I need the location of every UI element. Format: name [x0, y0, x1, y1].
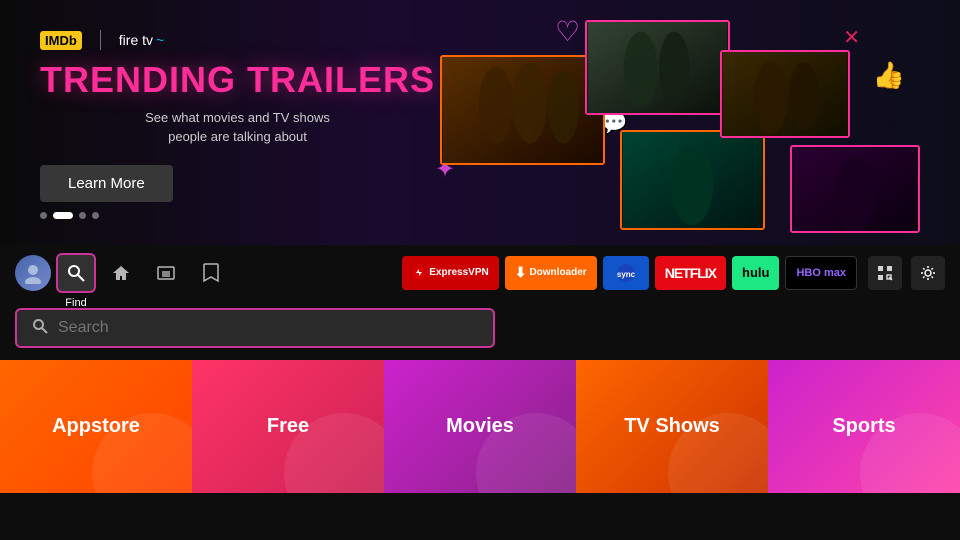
app-3[interactable]: sync [603, 256, 649, 290]
dot-3[interactable] [79, 212, 86, 219]
search-container [0, 300, 960, 360]
home-nav-item[interactable] [101, 253, 141, 293]
hero-subtitle: See what movies and TV shows people are … [40, 108, 435, 147]
live-nav-item[interactable] [146, 253, 186, 293]
hero-section: IMDb fire tv ~ TRENDING TRAILERS See wha… [0, 0, 960, 245]
thumbnail-1[interactable] [440, 55, 605, 165]
carousel-dots [40, 212, 435, 219]
netflix-app[interactable]: NETFLIX [655, 256, 726, 290]
hero-subtitle-line2: people are talking about [40, 127, 435, 147]
navbar: Find ExpressVPN ⬇Downloader [0, 245, 960, 300]
search-input[interactable] [58, 319, 478, 337]
categories-bar: Appstore Free Movies TV Shows Sports [0, 360, 960, 493]
learn-more-button[interactable]: Learn More [40, 165, 173, 202]
fire-icon: ~ [156, 32, 164, 48]
category-appstore[interactable]: Appstore [0, 360, 192, 493]
category-movies-label: Movies [446, 415, 514, 438]
expressvpn-app[interactable]: ExpressVPN [402, 256, 498, 290]
find-label: Find [65, 297, 86, 309]
search-bar[interactable] [15, 308, 495, 348]
category-movies[interactable]: Movies [384, 360, 576, 493]
dot-4[interactable] [92, 212, 99, 219]
dot-2-active[interactable] [53, 212, 73, 219]
thumbnail-1-image [442, 57, 603, 163]
thumbnail-5-image [792, 147, 918, 231]
hero-content: IMDb fire tv ~ TRENDING TRAILERS See wha… [40, 30, 435, 219]
user-avatar[interactable] [15, 255, 51, 291]
hero-subtitle-line1: See what movies and TV shows [40, 108, 435, 128]
category-sports[interactable]: Sports [768, 360, 960, 493]
thumbnail-2-image [587, 22, 728, 113]
firetv-logo: fire tv ~ [119, 32, 164, 48]
heart-icon: ♡ [555, 15, 580, 48]
thumbsup-icon: 👍 [873, 60, 905, 91]
downloader-app[interactable]: ⬇Downloader [505, 256, 597, 290]
thumbnail-4-image [722, 52, 848, 136]
app-icons-bar: ExpressVPN ⬇Downloader sync NETFLIX hulu… [402, 256, 857, 290]
hulu-app[interactable]: hulu [732, 256, 779, 290]
category-sports-label: Sports [832, 415, 895, 438]
thumbnail-3-image [622, 132, 763, 228]
close-icon: ✕ [843, 25, 860, 50]
app-grid-button[interactable] [868, 256, 902, 290]
category-tvshows-label: TV Shows [624, 415, 720, 438]
category-appstore-label: Appstore [52, 415, 140, 438]
category-tvshows[interactable]: TV Shows [576, 360, 768, 493]
dot-1[interactable] [40, 212, 47, 219]
thumbnail-4[interactable] [720, 50, 850, 138]
hero-title: TRENDING TRAILERS [40, 60, 435, 100]
find-nav-item[interactable]: Find [56, 253, 96, 293]
imdb-logo: IMDb [40, 31, 82, 50]
firetv-text: fire tv [119, 32, 153, 48]
wishlist-nav-item[interactable] [191, 253, 231, 293]
logo-divider [100, 30, 101, 50]
svg-text:sync: sync [617, 270, 636, 279]
thumbnail-5[interactable] [790, 145, 920, 233]
settings-button[interactable] [911, 256, 945, 290]
thumbnail-2[interactable] [585, 20, 730, 115]
thumbnails-area: ♡ 💬 👍 ✕ ✦ ✦ [380, 0, 960, 245]
category-free[interactable]: Free [192, 360, 384, 493]
search-icon [32, 318, 48, 339]
category-free-label: Free [267, 415, 309, 438]
hbomax-app[interactable]: HBO max [785, 256, 857, 290]
logo-area: IMDb fire tv ~ [40, 30, 435, 50]
thumbnail-3[interactable] [620, 130, 765, 230]
